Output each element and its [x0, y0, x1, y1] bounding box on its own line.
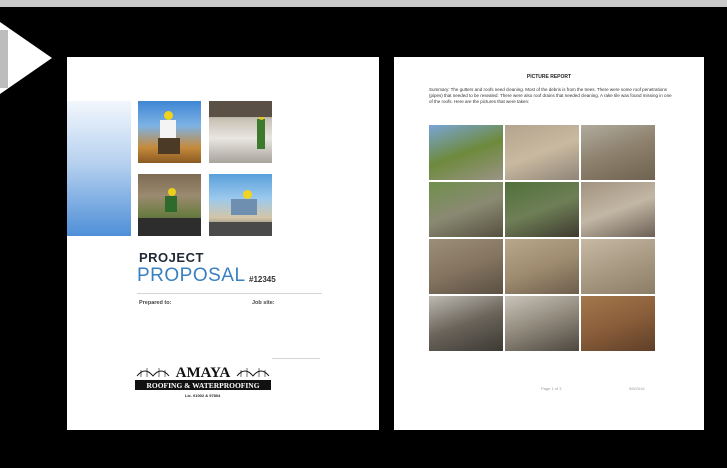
missing-rake-tile-photo — [581, 296, 655, 351]
rooftop-equipment-photo — [505, 296, 579, 351]
trees-roof-edge-photo — [505, 182, 579, 237]
report-date: 9/6/2016 — [629, 386, 645, 391]
building-corner-photo — [581, 125, 655, 180]
license-number: Lic. 01002 & 97804 — [185, 393, 221, 398]
blue-gradient-bar — [67, 101, 131, 236]
roofer-kneeling-photo — [209, 174, 272, 236]
title-proposal: PROPOSAL — [137, 265, 246, 286]
flat-roof-worker-photo — [209, 101, 272, 163]
picture-report-page: PICTURE REPORT Summary: The gutters and … — [394, 57, 704, 430]
roofer-hammering-photo — [138, 101, 201, 163]
gutter-debris-photo — [429, 239, 503, 294]
page-number: Page 1 of 3 — [541, 386, 562, 391]
roof-tiles-gutter-photo — [505, 239, 579, 294]
roof-worker-stone-wall-photo — [138, 174, 201, 236]
report-summary: Summary: The gutters and roofs need clea… — [429, 87, 672, 104]
divider — [137, 293, 322, 294]
roof-pipe-photo — [581, 239, 655, 294]
arrow-edge — [0, 30, 8, 88]
tree-yard-photo — [429, 182, 503, 237]
roof-drain-photo — [429, 296, 503, 351]
tile-roof-closeup-photo — [581, 182, 655, 237]
prepared-to-label: Prepared to: — [139, 300, 172, 306]
signature-line — [272, 358, 320, 359]
job-number: #12345 — [249, 275, 276, 284]
house-wall-photo — [505, 125, 579, 180]
report-title: PICTURE REPORT — [526, 74, 572, 80]
logo-tagline: ROOFING & WATERPROOFING — [146, 381, 259, 390]
top-border — [0, 0, 727, 7]
job-site-label: Job site: — [252, 300, 275, 306]
palm-trees-driveway-photo — [429, 125, 503, 180]
cover-page: PROJECT PROPOSAL #12345 Prepared to: Job… — [67, 57, 379, 430]
logo-wordmark: AMAYA — [176, 365, 231, 381]
title-project: PROJECT — [139, 250, 204, 265]
